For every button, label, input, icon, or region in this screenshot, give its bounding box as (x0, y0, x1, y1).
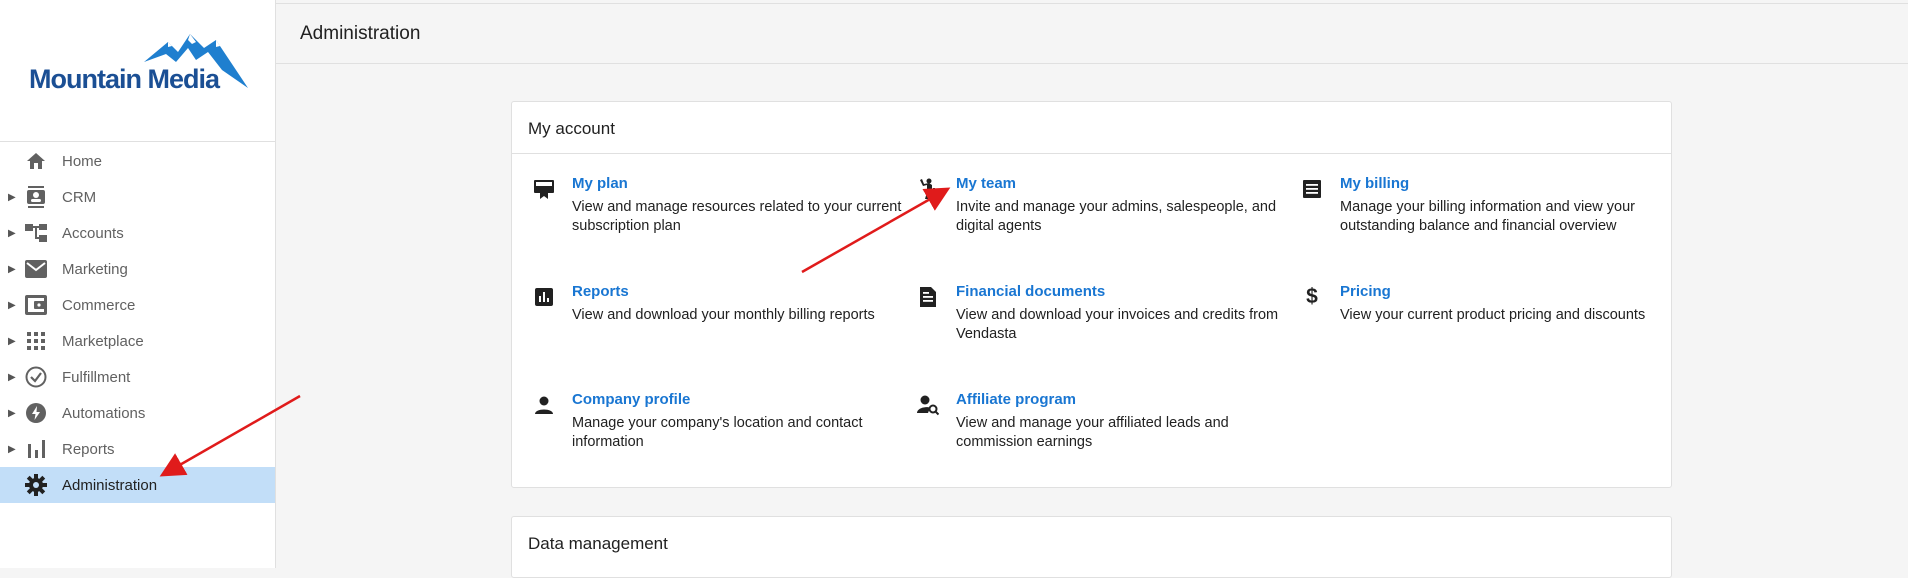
tile-title[interactable]: My team (956, 175, 1016, 192)
brand-name: Mountain Media (29, 64, 220, 94)
brand-logo[interactable]: Mountain Media (0, 0, 275, 142)
tile-description: View and manage resources related to you… (572, 199, 902, 234)
sidebar-item-label: Commerce (62, 296, 136, 314)
tile-title[interactable]: Company profile (572, 391, 690, 408)
tile-title[interactable]: Financial documents (956, 283, 1105, 300)
expand-caret-icon[interactable]: ▶ (8, 444, 16, 455)
card-title: Data management (528, 534, 668, 553)
sidebar-item-crm[interactable]: ▶ CRM (0, 179, 275, 215)
tile-description: View and manage your affiliated leads an… (956, 415, 1229, 450)
sidebar-item-label: CRM (62, 188, 97, 206)
report-icon (532, 285, 556, 309)
sidebar-item-marketing[interactable]: ▶ Marketing (0, 251, 275, 287)
bar-chart-icon (24, 437, 48, 461)
hierarchy-icon (24, 221, 48, 245)
billing-icon (1300, 177, 1324, 201)
sidebar-item-label: Administration (62, 476, 158, 494)
expand-caret-icon[interactable]: ▶ (8, 408, 16, 419)
sidebar-item-accounts[interactable]: ▶ Accounts (0, 215, 275, 251)
expand-caret-icon[interactable]: ▶ (8, 228, 16, 239)
document-icon (916, 285, 940, 309)
expand-caret-icon[interactable]: ▶ (8, 300, 16, 311)
check-circle-icon (24, 365, 48, 389)
bolt-circle-icon (24, 401, 48, 425)
sidebar-item-label: Reports (62, 440, 115, 458)
gear-icon (24, 473, 48, 497)
tile-title[interactable]: Pricing (1340, 283, 1391, 300)
wallet-icon (24, 293, 48, 317)
my-account-card: My account My plan View and manage resou… (511, 101, 1672, 488)
expand-caret-icon[interactable]: ▶ (8, 372, 16, 383)
apps-grid-icon (24, 329, 48, 353)
tile-description: View your current product pricing and di… (1340, 307, 1646, 323)
dollar-icon: $ (1306, 285, 1318, 308)
sidebar-item-label: Automations (62, 404, 146, 422)
person-search-icon (916, 393, 940, 417)
sidebar-item-fulfillment[interactable]: ▶ Fulfillment (0, 359, 275, 395)
tile-description: Manage your company's location and conta… (572, 415, 863, 450)
card-header: Data management (512, 517, 1671, 568)
tile-description: View and download your monthly billing r… (572, 307, 875, 323)
tile-description: View and download your invoices and cred… (956, 307, 1279, 342)
tile-title[interactable]: My billing (1340, 175, 1409, 192)
tile-description: Invite and manage your admins, salespeop… (956, 199, 1277, 234)
sidebar-item-home[interactable]: Home (0, 143, 275, 179)
person-icon (532, 393, 556, 417)
sidebar-item-commerce[interactable]: ▶ Commerce (0, 287, 275, 323)
tile-title[interactable]: Affiliate program (956, 391, 1076, 408)
tile-title[interactable]: My plan (572, 175, 628, 192)
plan-icon (532, 177, 556, 201)
sidebar-item-label: Marketing (62, 260, 128, 278)
mail-icon (24, 257, 48, 281)
team-icon (916, 177, 940, 201)
data-management-card: Data management (511, 516, 1672, 578)
sidebar-item-label: Accounts (62, 224, 124, 242)
home-icon (24, 149, 48, 173)
tile-title[interactable]: Reports (572, 283, 629, 300)
expand-caret-icon[interactable]: ▶ (8, 192, 16, 203)
sidebar-item-label: Marketplace (62, 332, 144, 350)
card-title: My account (528, 119, 615, 138)
card-header: My account (512, 102, 1671, 154)
sidebar: Mountain Media Home ▶ CRM ▶ Accounts ▶ M… (0, 0, 276, 568)
sidebar-item-automations[interactable]: ▶ Automations (0, 395, 275, 431)
sidebar-item-marketplace[interactable]: ▶ Marketplace (0, 323, 275, 359)
page-header: Administration (276, 3, 1908, 64)
expand-caret-icon[interactable]: ▶ (8, 264, 16, 275)
expand-caret-icon[interactable]: ▶ (8, 336, 16, 347)
sidebar-item-label: Fulfillment (62, 368, 131, 386)
page-title: Administration (300, 23, 421, 44)
sidebar-item-reports[interactable]: ▶ Reports (0, 431, 275, 467)
tile-description: Manage your billing information and view… (1340, 199, 1635, 234)
sidebar-item-label: Home (62, 152, 103, 170)
sidebar-item-administration[interactable]: Administration (0, 467, 275, 503)
contact-card-icon (24, 185, 48, 209)
